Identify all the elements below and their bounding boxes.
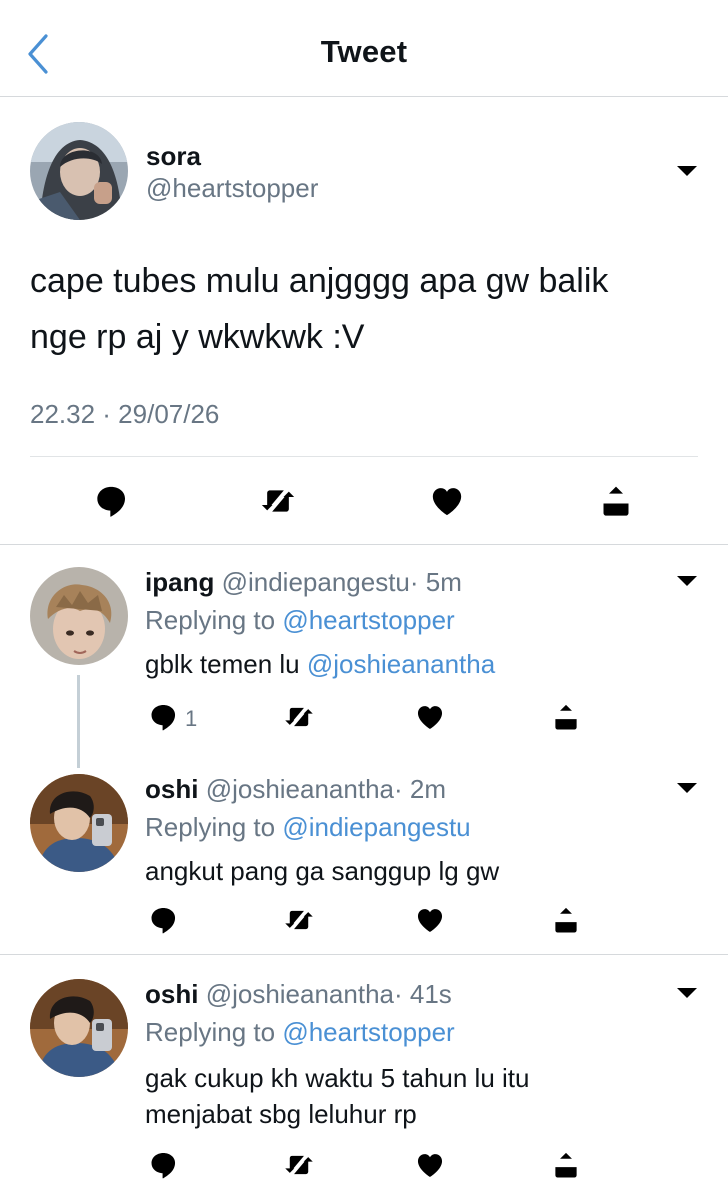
chevron-down-icon <box>675 780 699 796</box>
retweet-button[interactable] <box>282 903 316 937</box>
share-button[interactable] <box>549 1148 583 1182</box>
retweet-icon <box>258 481 298 521</box>
chevron-down-icon <box>675 985 699 1001</box>
reply-header: oshi @joshieanantha· 41s <box>145 979 452 1010</box>
user-handle[interactable]: @joshieanantha <box>206 979 394 1009</box>
retweet-icon <box>282 1148 316 1182</box>
like-button[interactable] <box>413 903 447 937</box>
chevron-down-icon <box>675 163 699 179</box>
replying-to-link[interactable]: @heartstopper <box>282 1017 454 1047</box>
reply-time: · 2m <box>394 774 446 804</box>
share-icon <box>549 700 583 734</box>
avatar-photo <box>30 774 128 872</box>
reply-text: angkut pang ga sanggup lg gw <box>145 856 500 886</box>
page-title: Tweet <box>320 34 408 69</box>
reply-tweet[interactable]: oshi @joshieanantha· 2m Replying to @ind… <box>0 752 728 952</box>
replying-to-label: Replying to <box>145 1017 276 1047</box>
replying-to-link[interactable]: @heartstopper <box>282 605 454 635</box>
avatar[interactable] <box>30 122 128 220</box>
display-name[interactable]: oshi <box>145 774 198 804</box>
heart-icon <box>413 700 447 734</box>
reply-button[interactable] <box>147 700 181 734</box>
reply-header: ipang @indiepangestu· 5m <box>145 567 462 598</box>
like-button[interactable] <box>413 1148 447 1182</box>
reply-text-line: menjabat sbg leluhur rp <box>145 1099 417 1129</box>
more-options-button[interactable] <box>675 163 699 179</box>
retweet-icon <box>282 700 316 734</box>
mention-link[interactable]: @joshieanantha <box>307 649 495 679</box>
more-options-button[interactable] <box>675 985 699 1001</box>
reply-text-content: gblk temen lu <box>145 649 300 679</box>
retweet-button[interactable] <box>282 1148 316 1182</box>
share-button[interactable] <box>549 903 583 937</box>
share-icon <box>549 1148 583 1182</box>
tweet-text-line: nge rp aj y wkwkwk :V <box>30 318 365 356</box>
reply-header: oshi @joshieanantha· 2m <box>145 774 446 805</box>
avatar[interactable] <box>30 774 128 872</box>
like-button[interactable] <box>427 481 467 521</box>
tweet-timestamp[interactable]: 22.32 · 29/07/26 <box>30 399 219 430</box>
display-name[interactable]: ipang <box>145 567 214 597</box>
retweet-button[interactable] <box>258 481 298 521</box>
replying-to: Replying to @heartstopper <box>145 1017 455 1048</box>
more-options-button[interactable] <box>675 573 699 589</box>
reply-bubble-icon <box>147 700 181 734</box>
reply-bubble-icon <box>92 481 132 521</box>
share-button[interactable] <box>549 700 583 734</box>
reply-tweet[interactable]: ipang @indiepangestu· 5m Replying to @he… <box>0 545 728 755</box>
reply-bubble-icon <box>147 1148 181 1182</box>
heart-icon <box>413 903 447 937</box>
share-button[interactable] <box>596 481 636 521</box>
reply-time: · 5m <box>409 567 462 597</box>
avatar-photo <box>30 979 128 1077</box>
heart-icon <box>413 1148 447 1182</box>
reply-button[interactable] <box>147 903 181 937</box>
reply-text: gblk temen lu @joshieanantha <box>145 646 705 682</box>
chevron-down-icon <box>675 573 699 589</box>
reply-bubble-icon <box>147 903 181 937</box>
like-button[interactable] <box>413 700 447 734</box>
user-handle[interactable]: @indiepangestu <box>222 567 410 597</box>
avatar-photo <box>30 567 128 665</box>
replying-to-label: Replying to <box>145 605 276 635</box>
reply-text: gak cukup kh waktu 5 tahun lu itu menjab… <box>145 1060 705 1132</box>
avatar[interactable] <box>30 979 128 1077</box>
replying-to-label: Replying to <box>145 812 276 842</box>
replying-to: Replying to @indiepangestu <box>145 812 471 843</box>
display-name[interactable]: sora <box>146 141 201 172</box>
replying-to-link[interactable]: @indiepangestu <box>282 812 470 842</box>
reply-count: 1 <box>185 706 198 731</box>
reply-button[interactable] <box>92 481 132 521</box>
tweet-text: cape tubes mulu anjgggg apa gw balik nge… <box>30 253 710 365</box>
share-icon <box>596 481 636 521</box>
reply-tweet[interactable]: oshi @joshieanantha· 41s Replying to @he… <box>0 955 728 1200</box>
tweet-text-line: cape tubes mulu anjgggg apa gw balik <box>30 262 609 300</box>
reply-button[interactable] <box>147 1148 181 1182</box>
user-handle[interactable]: @joshieanantha <box>206 774 394 804</box>
retweet-button[interactable] <box>282 700 316 734</box>
display-name[interactable]: oshi <box>145 979 198 1009</box>
retweet-icon <box>282 903 316 937</box>
avatar[interactable] <box>30 567 128 665</box>
replying-to: Replying to @heartstopper <box>145 605 455 636</box>
share-icon <box>549 903 583 937</box>
reply-text-line: gak cukup kh waktu 5 tahun lu itu <box>145 1063 530 1093</box>
divider <box>30 456 698 457</box>
top-nav-bar: Tweet <box>0 0 728 97</box>
heart-icon <box>427 481 467 521</box>
avatar-photo <box>30 122 128 220</box>
more-options-button[interactable] <box>675 780 699 796</box>
main-tweet: sora @heartstopper cape tubes mulu anjgg… <box>0 97 728 545</box>
user-handle[interactable]: @heartstopper <box>146 173 318 204</box>
reply-time: · 41s <box>394 979 452 1009</box>
